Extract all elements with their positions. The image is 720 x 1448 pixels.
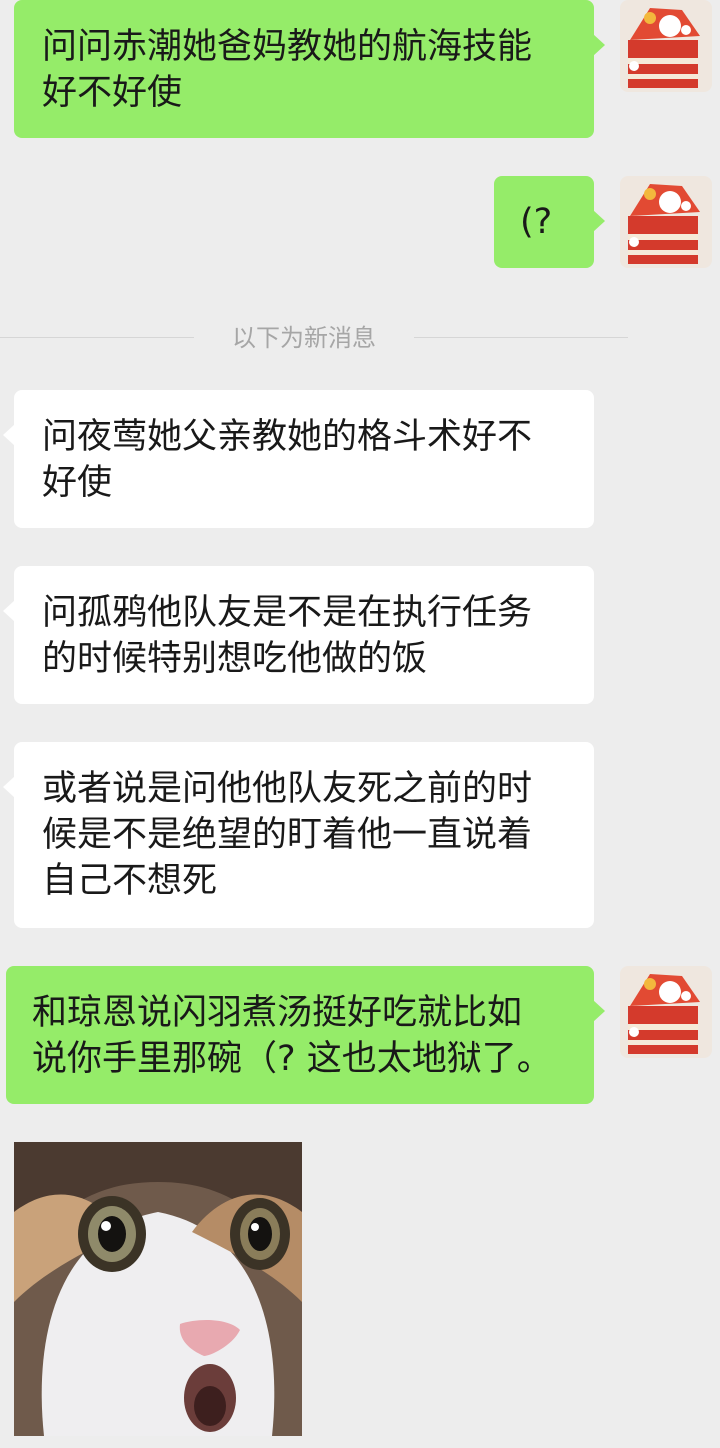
- cake-avatar-icon: [620, 0, 712, 92]
- message-bubble-incoming[interactable]: 问孤鸦他队友是不是在执行任务 的时候特别想吃他做的饭: [3, 566, 594, 704]
- message-bubble-incoming[interactable]: 或者说是问他他队友死之前的时 候是不是绝望的盯着他一直说着 自己不想死: [3, 742, 594, 928]
- message-bubble-outgoing[interactable]: 问问赤潮她爸妈教她的航海技能 好不好使: [14, 0, 605, 138]
- divider-label: 以下为新消息: [232, 324, 376, 352]
- cake-avatar-icon: [620, 176, 712, 268]
- message-bubble-outgoing[interactable]: (?: [494, 176, 605, 268]
- self-avatar-icon[interactable]: [620, 176, 712, 268]
- divider-line-right: [414, 337, 628, 338]
- surprised-cat-sticker[interactable]: [14, 1142, 302, 1436]
- cake-avatar-icon: [620, 966, 712, 1058]
- message-bubble-incoming[interactable]: 问夜莺她父亲教她的格斗术好不 好使: [3, 390, 594, 528]
- chat-view: 问问赤潮她爸妈教她的航海技能 好不好使 (? 以下为新消息 问夜莺她父亲教她的格…: [0, 0, 720, 1448]
- message-bubble-outgoing[interactable]: 和琼恩说闪羽煮汤挺好吃就比如 说你手里那碗（? 这也太地狱了。: [6, 966, 605, 1104]
- new-messages-divider: 以下为新消息: [0, 318, 628, 358]
- cat-face-icon: [14, 1142, 302, 1436]
- divider-line-left: [0, 337, 194, 338]
- self-avatar-icon[interactable]: [620, 0, 712, 92]
- self-avatar-icon[interactable]: [620, 966, 712, 1058]
